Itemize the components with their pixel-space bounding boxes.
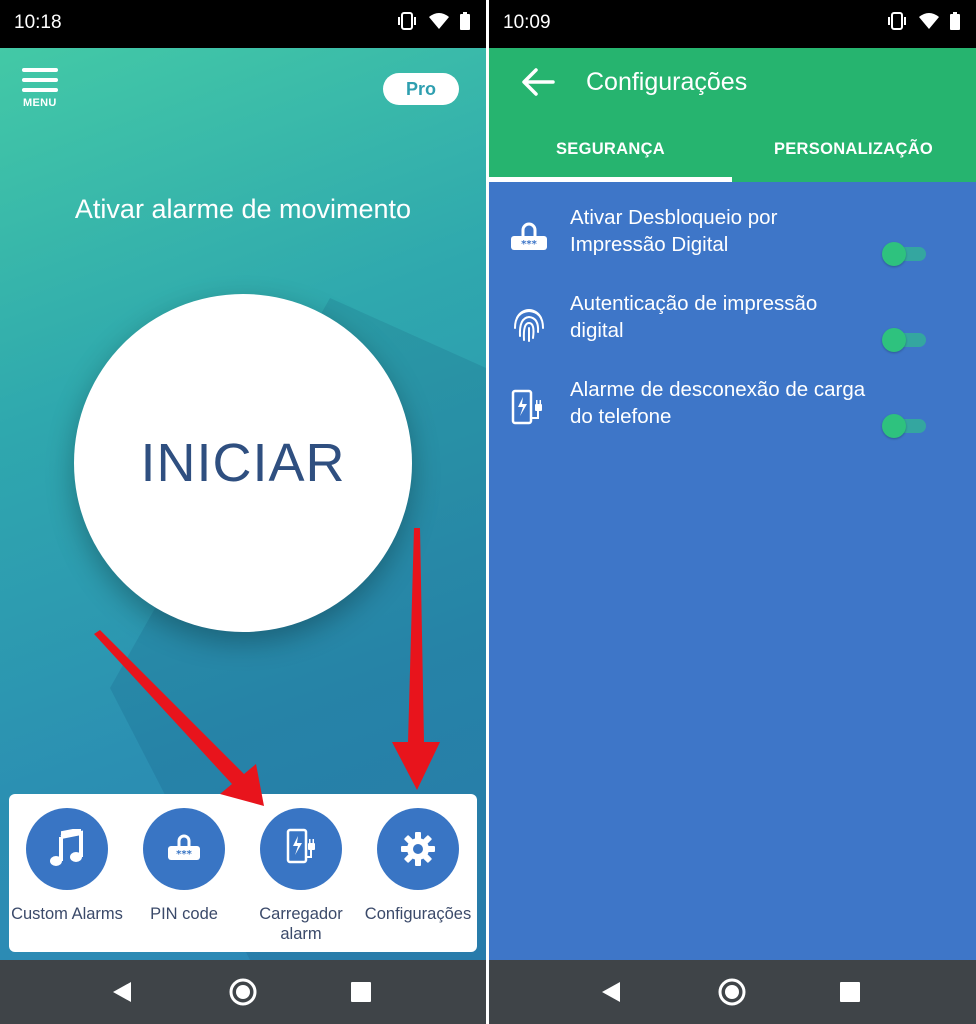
settings-screen: 10:09 Configurações SEGURANÇA PERSONALIZ…: [489, 0, 976, 1024]
settings-button[interactable]: Configurações: [360, 808, 476, 924]
gear-icon: [401, 832, 435, 866]
page-title: Configurações: [586, 68, 748, 96]
menu-button[interactable]: MENU: [22, 66, 60, 112]
status-icons: [886, 12, 960, 30]
setting-row-fingerprint-unlock[interactable]: *** Ativar Desbloqueio por Impressão Dig…: [489, 204, 976, 290]
setting-label: Autenticação de impressão digital: [570, 292, 818, 342]
app-bar: Configurações: [489, 48, 976, 116]
svg-text:***: ***: [176, 849, 192, 860]
triangle-back-icon: [113, 982, 131, 1002]
charger-alarm-button[interactable]: Carregador alarm: [243, 808, 359, 944]
nav-home-button[interactable]: [716, 976, 748, 1008]
custom-alarms-label: Custom Alarms: [11, 905, 123, 923]
circle-home-icon: [718, 978, 746, 1006]
wifi-icon: [919, 13, 939, 29]
settings-label: Configurações: [364, 905, 472, 923]
pin-code-button[interactable]: *** PIN code: [126, 808, 242, 924]
nav-recents-button[interactable]: [834, 976, 866, 1008]
status-bar: 10:18: [0, 0, 486, 48]
start-button[interactable]: INICIAR: [74, 294, 412, 632]
fingerprint-icon: [509, 304, 549, 344]
vibrate-icon: [888, 12, 906, 30]
music-note-icon: [50, 829, 83, 866]
nav-back-button[interactable]: [595, 976, 627, 1008]
pro-button[interactable]: Pro: [383, 73, 459, 105]
toggle-switch[interactable]: [882, 328, 928, 352]
setting-label: Ativar Desbloqueio por Impressão Digital: [570, 206, 778, 256]
nav-recents-button[interactable]: [345, 976, 377, 1008]
toggle-switch[interactable]: [882, 242, 928, 266]
svg-text:***: ***: [521, 239, 537, 250]
home-screen: 10:18 MENU Pro Ativar alarme de moviment…: [0, 0, 486, 1024]
system-nav-bar: [489, 960, 976, 1024]
actions-card: Custom Alarms *** PIN code Carregador al…: [9, 794, 477, 952]
back-button[interactable]: [521, 67, 555, 97]
status-icons: [396, 12, 470, 30]
setting-row-charger-disconnect[interactable]: Alarme de desconexão de carga do telefon…: [489, 376, 976, 462]
vibrate-icon: [398, 12, 416, 30]
tab-personalizacao[interactable]: PERSONALIZAÇÃO: [732, 116, 975, 182]
pin-keypad-icon: ***: [168, 834, 200, 860]
tab-seguranca[interactable]: SEGURANÇA: [489, 116, 732, 182]
charger-alarm-label: Carregador alarm: [259, 905, 343, 943]
setting-label: Alarme de desconexão de carga do telefon…: [570, 378, 866, 428]
charger-icon: [509, 389, 549, 430]
pin-code-label: PIN code: [150, 905, 218, 923]
pin-lock-icon: ***: [509, 218, 549, 258]
triangle-back-icon: [602, 982, 620, 1002]
wifi-icon: [429, 13, 449, 29]
battery-icon: [460, 12, 470, 30]
settings-list: *** Ativar Desbloqueio por Impressão Dig…: [489, 182, 976, 960]
menu-label: MENU: [23, 97, 57, 109]
toggle-switch[interactable]: [882, 414, 928, 438]
status-time: 10:09: [503, 12, 551, 33]
nav-home-button[interactable]: [227, 976, 259, 1008]
system-nav-bar: [0, 960, 486, 1024]
nav-back-button[interactable]: [106, 976, 138, 1008]
custom-alarms-button[interactable]: Custom Alarms: [9, 808, 125, 924]
headline: Ativar alarme de movimento: [74, 194, 412, 224]
status-bar: 10:09: [489, 0, 976, 48]
status-time: 10:18: [14, 12, 62, 33]
charger-icon: [286, 828, 315, 864]
arrow-back-icon: [522, 68, 555, 96]
battery-icon: [950, 12, 960, 30]
tab-bar: SEGURANÇA PERSONALIZAÇÃO: [489, 116, 976, 182]
setting-row-fingerprint-auth[interactable]: Autenticação de impressão digital: [489, 290, 976, 376]
square-recents-icon: [840, 982, 860, 1002]
circle-home-icon: [229, 978, 257, 1006]
square-recents-icon: [351, 982, 371, 1002]
